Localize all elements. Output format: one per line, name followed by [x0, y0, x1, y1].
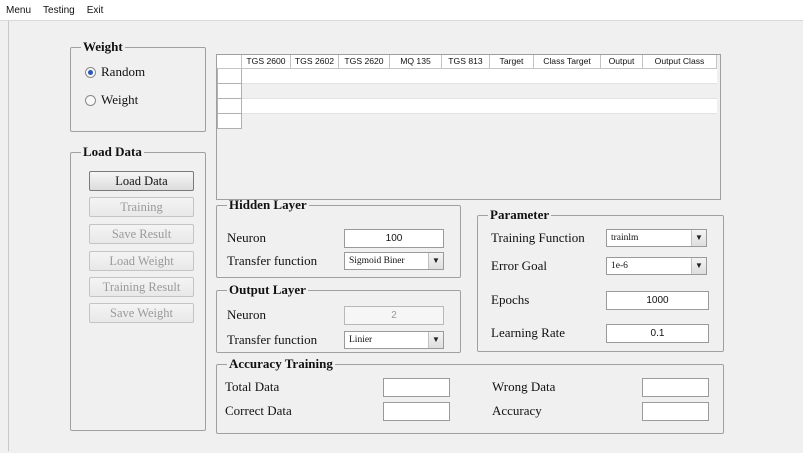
- save-result-button[interactable]: Save Result: [89, 224, 194, 244]
- menubar: Menu Testing Exit: [0, 0, 803, 21]
- col-tgs2602[interactable]: TGS 2602: [291, 55, 339, 69]
- table-row[interactable]: [242, 69, 717, 84]
- col-output-class[interactable]: Output Class: [643, 55, 717, 69]
- epochs-label: Epochs: [491, 292, 530, 307]
- col-mq135[interactable]: MQ 135: [390, 55, 442, 69]
- col-tgs2620[interactable]: TGS 2620: [339, 55, 390, 69]
- hidden-layer-legend: Hidden Layer: [229, 197, 307, 212]
- radio-random-indicator[interactable]: [85, 66, 96, 78]
- chevron-down-icon[interactable]: ▼: [691, 258, 706, 274]
- accuracy-input[interactable]: [642, 402, 709, 421]
- chevron-down-icon[interactable]: ▼: [428, 332, 443, 348]
- col-output[interactable]: Output: [601, 55, 643, 69]
- training-function-select[interactable]: trainlm ▼: [606, 229, 707, 247]
- col-tgs2600[interactable]: TGS 2600: [242, 55, 291, 69]
- row-header[interactable]: [217, 114, 242, 129]
- menu-item-menu[interactable]: Menu: [0, 5, 37, 16]
- hidden-transfer-select[interactable]: Sigmoid Biner ▼: [344, 252, 444, 270]
- menu-item-testing[interactable]: Testing: [37, 5, 81, 16]
- output-transfer-label: Transfer function: [227, 332, 318, 347]
- total-data-input[interactable]: [383, 378, 450, 397]
- error-goal-select[interactable]: 1e-6 ▼: [606, 257, 707, 275]
- output-transfer-select[interactable]: Linier ▼: [344, 331, 444, 349]
- load-data-button[interactable]: Load Data: [89, 171, 194, 191]
- total-data-label: Total Data: [225, 379, 280, 394]
- correct-data-input[interactable]: [383, 402, 450, 421]
- hidden-transfer-value: Sigmoid Biner: [349, 256, 405, 266]
- learning-rate-label: Learning Rate: [491, 325, 565, 340]
- wrong-data-input[interactable]: [642, 378, 709, 397]
- col-class-target[interactable]: Class Target: [534, 55, 601, 69]
- learning-rate-input[interactable]: 0.1: [606, 324, 709, 343]
- chevron-down-icon[interactable]: ▼: [428, 253, 443, 269]
- hidden-layer-group: Hidden Layer Neuron 100 Transfer functio…: [216, 198, 461, 278]
- table-header: TGS 2600 TGS 2602 TGS 2620 MQ 135 TGS 81…: [217, 55, 717, 69]
- hidden-neuron-input[interactable]: 100: [344, 229, 444, 248]
- hidden-neuron-label: Neuron: [227, 230, 266, 245]
- training-function-value: trainlm: [611, 233, 639, 243]
- data-table[interactable]: TGS 2600 TGS 2602 TGS 2620 MQ 135 TGS 81…: [216, 54, 721, 200]
- menu-item-exit[interactable]: Exit: [81, 5, 110, 16]
- col-target[interactable]: Target: [490, 55, 534, 69]
- radio-weight[interactable]: Weight: [85, 92, 138, 108]
- load-data-group: Load Data Load Data Training Save Result…: [70, 145, 206, 431]
- load-data-legend: Load Data: [83, 144, 142, 159]
- training-function-label: Training Function: [491, 230, 585, 245]
- row-header[interactable]: [217, 84, 242, 99]
- table-row[interactable]: [242, 84, 717, 99]
- table-row[interactable]: [242, 99, 717, 114]
- save-weight-button[interactable]: Save Weight: [89, 303, 194, 323]
- accuracy-group: Accuracy Training Total Data Correct Dat…: [216, 357, 724, 434]
- parameter-group: Parameter Training Function trainlm ▼ Er…: [477, 208, 724, 352]
- output-transfer-value: Linier: [349, 335, 373, 345]
- chevron-down-icon[interactable]: ▼: [691, 230, 706, 246]
- row-header[interactable]: [217, 69, 242, 84]
- row-header[interactable]: [217, 99, 242, 114]
- col-tgs813[interactable]: TGS 813: [442, 55, 490, 69]
- hidden-transfer-label: Transfer function: [227, 253, 318, 268]
- epochs-input[interactable]: 1000: [606, 291, 709, 310]
- output-neuron-input[interactable]: 2: [344, 306, 444, 325]
- table-corner: [217, 55, 242, 69]
- weight-group: Weight Random Weight: [70, 40, 206, 132]
- error-goal-label: Error Goal: [491, 258, 547, 273]
- radio-weight-label: Weight: [101, 92, 139, 107]
- parameter-legend: Parameter: [490, 207, 550, 222]
- load-weight-button[interactable]: Load Weight: [89, 251, 194, 271]
- accuracy-legend: Accuracy Training: [229, 356, 333, 371]
- training-result-button[interactable]: Training Result: [89, 277, 194, 297]
- radio-weight-indicator[interactable]: [85, 94, 96, 106]
- training-button[interactable]: Training: [89, 197, 194, 217]
- weight-legend: Weight: [83, 39, 123, 54]
- output-layer-group: Output Layer Neuron 2 Transfer function …: [216, 283, 461, 353]
- accuracy-label: Accuracy: [492, 403, 542, 418]
- correct-data-label: Correct Data: [225, 403, 292, 418]
- output-layer-legend: Output Layer: [229, 282, 306, 297]
- wrong-data-label: Wrong Data: [492, 379, 556, 394]
- radio-random[interactable]: Random: [85, 64, 145, 80]
- output-neuron-label: Neuron: [227, 307, 266, 322]
- radio-random-label: Random: [101, 64, 146, 79]
- error-goal-value: 1e-6: [611, 261, 628, 271]
